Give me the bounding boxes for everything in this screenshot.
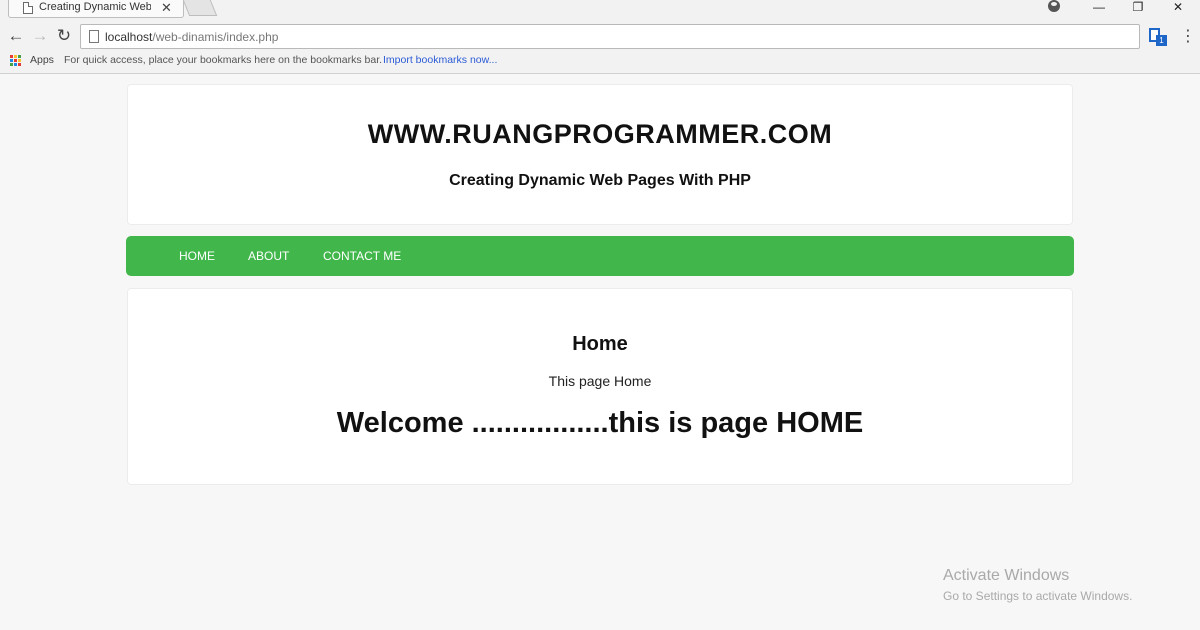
nav-item-contact-me[interactable]: CONTACT ME — [323, 249, 401, 263]
nav-item-home[interactable]: HOME — [179, 249, 215, 263]
watermark-subtitle: Go to Settings to activate Windows. — [943, 589, 1133, 603]
bookmarks-hint: For quick access, place your bookmarks h… — [64, 54, 383, 66]
restore-button[interactable]: ❐ — [1126, 0, 1150, 16]
nav-item-about[interactable]: ABOUT — [248, 249, 289, 263]
content-card: Home This page Home Welcome ............… — [127, 288, 1073, 485]
minimize-button[interactable]: — — [1087, 0, 1111, 16]
apps-icon[interactable] — [10, 55, 22, 67]
url-host: localhost — [105, 30, 153, 44]
profile-icon[interactable] — [1048, 0, 1060, 12]
welcome-message: Welcome .................this is page HO… — [336, 407, 864, 439]
back-icon[interactable]: ← — [6, 26, 26, 46]
apps-label[interactable]: Apps — [30, 54, 54, 66]
extension-icon[interactable]: 1 — [1149, 28, 1167, 46]
main-navbar: HOME ABOUT CONTACT ME — [126, 236, 1074, 276]
browser-chrome: Creating Dynamic Web P ✕ — ❐ ✕ ← → ↻ loc… — [0, 0, 1200, 74]
menu-icon[interactable]: ⋮ — [1180, 28, 1196, 46]
browser-tab[interactable]: Creating Dynamic Web P ✕ — [8, 0, 184, 18]
bookmarks-bar: Apps For quick access, place your bookma… — [0, 52, 1200, 70]
tab-title: Creating Dynamic Web P — [39, 1, 151, 13]
watermark-title: Activate Windows — [943, 567, 1070, 584]
site-subtitle: Creating Dynamic Web Pages With PHP — [449, 172, 751, 189]
forward-icon[interactable]: → — [30, 26, 50, 46]
site-header: WWW.RUANGPROGRAMMER.COM Creating Dynamic… — [127, 84, 1073, 225]
reload-icon[interactable]: ↻ — [54, 26, 74, 46]
page-info-icon[interactable] — [89, 30, 99, 43]
url-path: /web-dinamis/index.php — [152, 30, 279, 44]
extension-badge: 1 — [1156, 35, 1167, 46]
new-tab-button[interactable] — [182, 0, 218, 16]
browser-toolbar: ← → ↻ localhost/web-dinamis/index.php 1 … — [0, 22, 1200, 52]
close-window-button[interactable]: ✕ — [1166, 0, 1190, 16]
tab-close-icon[interactable]: ✕ — [161, 0, 172, 16]
page-text: This page Home — [548, 373, 652, 389]
page-favicon-icon — [23, 2, 33, 14]
address-bar[interactable]: localhost/web-dinamis/index.php — [80, 24, 1140, 49]
activate-windows-watermark: Activate Windows Go to Settings to activ… — [943, 567, 1132, 603]
page-heading: Home — [572, 333, 628, 355]
url-text: localhost/web-dinamis/index.php — [105, 30, 278, 44]
site-title: WWW.RUANGPROGRAMMER.COM — [367, 119, 833, 149]
tab-strip: Creating Dynamic Web P ✕ — ❐ ✕ — [0, 0, 1200, 18]
import-bookmarks-link[interactable]: Import bookmarks now... — [383, 54, 497, 66]
